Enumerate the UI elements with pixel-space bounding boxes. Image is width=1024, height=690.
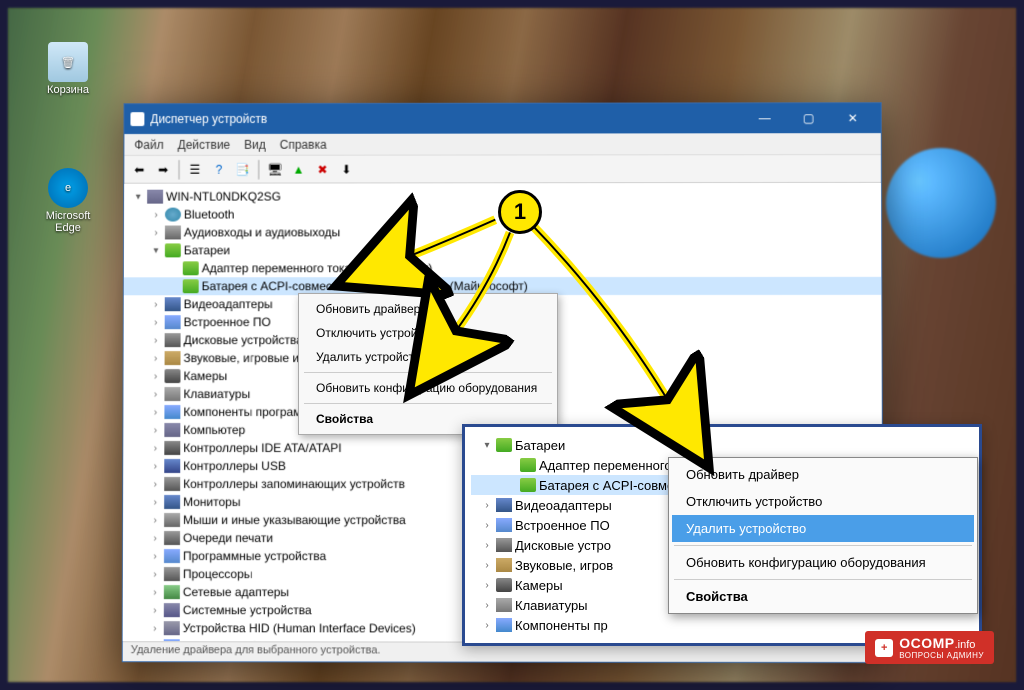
tree-batteries[interactable]: ▾Батареи [124,241,881,260]
separator [258,159,260,179]
bluetooth-icon [165,208,181,222]
menu-action[interactable]: Действие [178,137,231,151]
edge-icon: e [48,168,88,208]
context-menu-zoom: Обновить драйвер Отключить устройство Уд… [668,457,978,614]
menu-properties[interactable]: Свойства [672,583,974,610]
recycle-bin-icon: 🗑 [48,42,88,82]
show-hidden-button[interactable]: ☰ [184,158,206,180]
menu-scan-hardware[interactable]: Обновить конфигурацию оборудования [302,376,554,400]
menu-uninstall-device[interactable]: Удалить устройство [302,345,554,369]
battery-icon [183,279,199,293]
monitor-icon [164,495,180,509]
battery-icon [496,438,512,452]
nav-back-button[interactable]: ⬅ [128,158,150,180]
menu-uninstall-device[interactable]: Удалить устройство [672,515,974,542]
menu-separator [304,403,552,404]
battery-icon [520,458,536,472]
audio-icon [165,226,181,240]
ide-icon [164,441,180,455]
battery-icon [183,261,199,275]
minimize-button[interactable]: — [743,103,787,133]
component-icon [164,405,180,419]
computer-icon [164,423,180,437]
computer-icon [147,190,163,204]
printer-icon [164,531,180,545]
menu-view[interactable]: Вид [244,137,266,151]
nav-forward-button[interactable]: ➡ [152,158,174,180]
speaker-icon [496,558,512,572]
battery-icon [520,478,536,492]
update-driver-button[interactable]: ▲ [288,158,310,180]
display-icon [496,498,512,512]
keyboard-icon [496,598,512,612]
firmware-icon [165,315,181,329]
menu-update-driver[interactable]: Обновить драйвер [302,297,554,321]
mouse-icon [164,513,180,527]
speaker-icon [165,351,181,365]
hid-icon [164,621,180,635]
usb-icon [164,459,180,473]
menubar: Файл Действие Вид Справка [124,133,880,156]
component-icon [496,618,512,632]
p2-batteries[interactable]: ▾Батареи [471,435,973,455]
toolbar: ⬅ ➡ ☰ ? 📑 🖥 ▲ ✖ ⬇ [124,155,881,184]
window-title: Диспетчер устройств [150,112,267,126]
menu-disable-device[interactable]: Отключить устройство [302,321,554,345]
desktop-icon-recycle-bin[interactable]: 🗑 Корзина [40,42,96,96]
keyboard-icon [164,387,180,401]
menu-file[interactable]: Файл [134,137,163,151]
software-icon [164,549,180,563]
disk-icon [165,333,181,347]
menu-disable-device[interactable]: Отключить устройство [672,488,974,515]
disk-icon [496,538,512,552]
close-button[interactable]: ✕ [831,103,875,133]
annotation-callout: 1 [498,190,542,234]
battery-icon [165,243,181,257]
separator [178,159,180,179]
plus-icon: + [875,639,893,657]
menu-update-driver[interactable]: Обновить драйвер [672,461,974,488]
desktop-icon-label: Microsoft Edge [40,210,96,234]
disable-button[interactable]: ⬇ [335,158,357,180]
app-icon [130,112,144,126]
scan-hardware-button[interactable]: 🖥 [264,158,286,180]
desktop-icon-label: Корзина [40,84,96,96]
menu-separator [674,579,972,580]
storage-icon [164,477,180,491]
menu-separator [674,545,972,546]
maximize-button[interactable]: ▢ [787,103,831,133]
menu-help[interactable]: Справка [280,137,327,151]
watermark: + OCOMP.info ВОПРОСЫ АДМИНУ [865,631,994,664]
tree-battery-adapter[interactable]: Адаптер переменного тока (Майкрософт) [124,259,881,277]
cpu-icon [164,567,180,581]
menu-separator [304,372,552,373]
network-icon [164,585,180,599]
system-icon [164,603,180,617]
context-menu-main: Обновить драйвер Отключить устройство Уд… [298,293,558,435]
uninstall-button[interactable]: ✖ [312,158,334,180]
camera-icon [165,369,181,383]
menu-scan-hardware[interactable]: Обновить конфигурацию оборудования [672,549,974,576]
help-button[interactable]: ? [208,158,230,180]
desktop-icon-edge[interactable]: e Microsoft Edge [40,168,96,234]
firmware-icon [496,518,512,532]
display-icon [165,297,181,311]
camera-icon [496,578,512,592]
properties-button[interactable]: 📑 [232,158,254,180]
titlebar[interactable]: Диспетчер устройств — ▢ ✕ [124,103,880,134]
